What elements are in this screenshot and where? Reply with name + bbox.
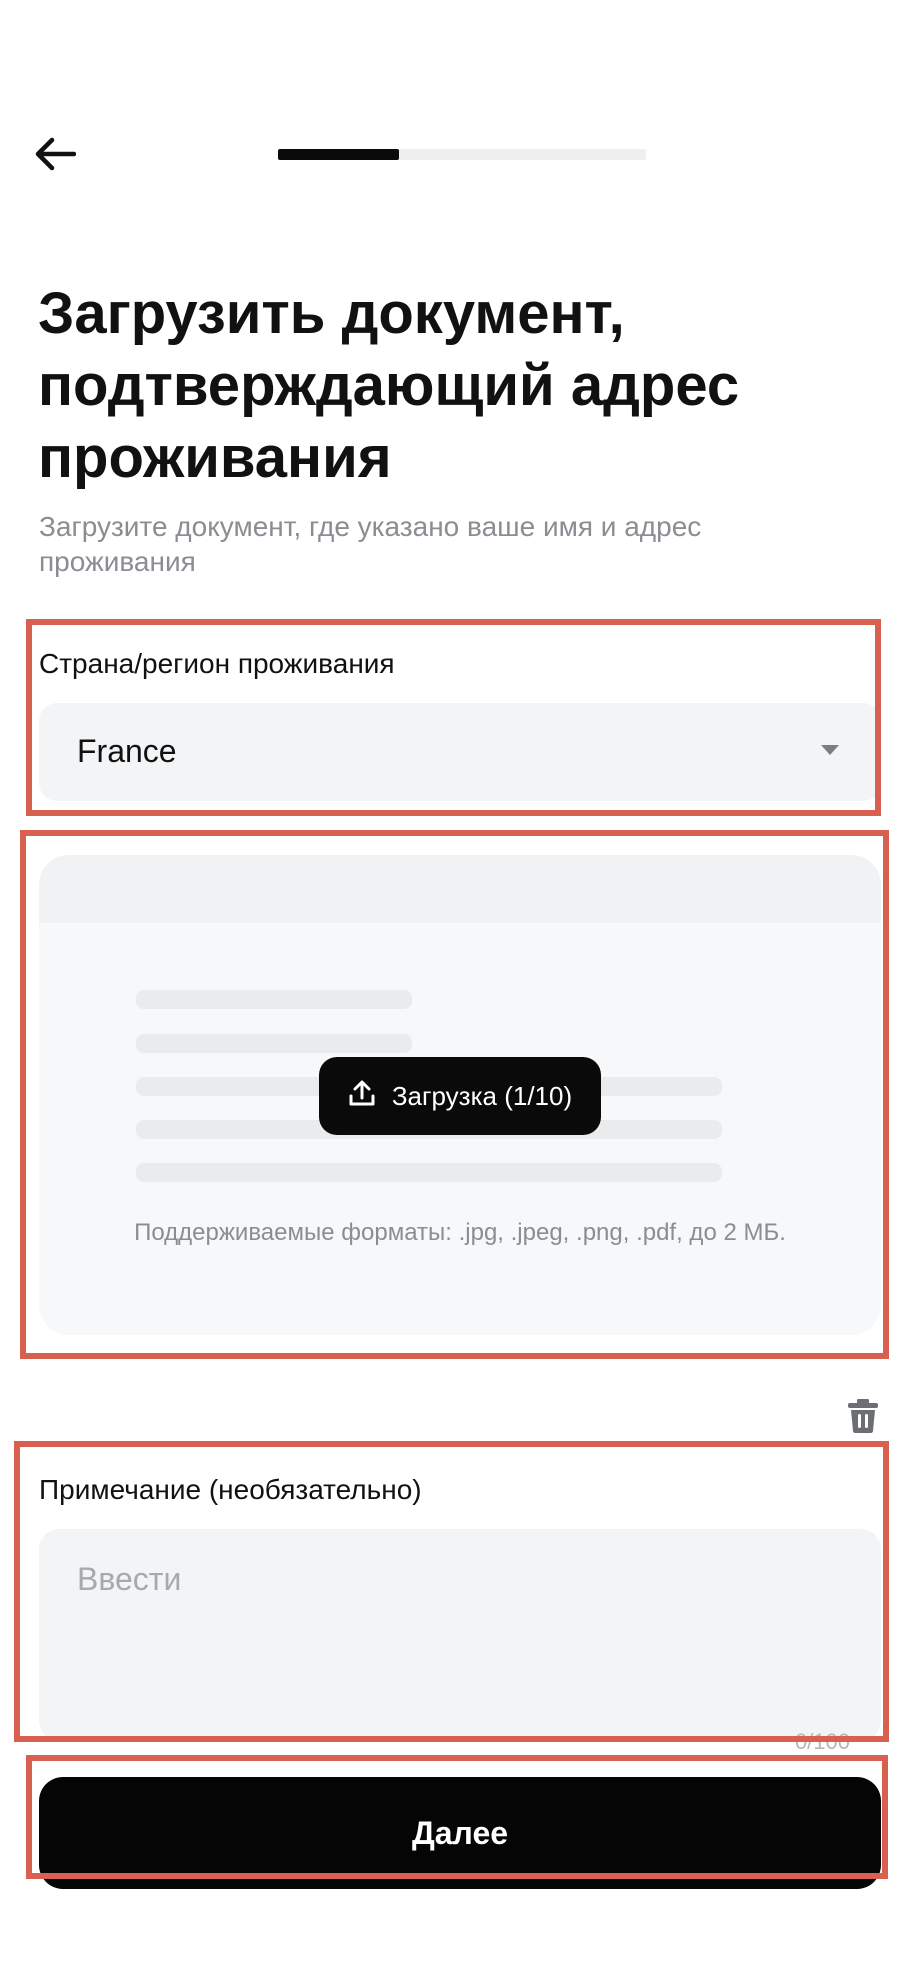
note-textarea[interactable] xyxy=(39,1529,881,1741)
note-char-counter: 0/100 xyxy=(794,1729,850,1754)
country-select-value: France xyxy=(77,733,177,769)
arrow-left-icon xyxy=(34,137,77,176)
supported-formats-text: Поддерживаемые форматы: .jpg, .jpeg, .pn… xyxy=(134,1219,786,1246)
upload-card-header xyxy=(39,855,881,923)
document-placeholder-line xyxy=(136,1034,412,1053)
country-label: Страна/регион проживания xyxy=(39,648,395,679)
country-select[interactable]: France xyxy=(39,703,881,801)
page-title: Загрузить документ, подтверждающий адрес… xyxy=(38,281,740,490)
upload-button-label: Загрузка (1/10) xyxy=(391,1080,573,1111)
page-subtitle: Загрузите документ, где указано ваше имя… xyxy=(39,511,702,577)
next-button[interactable]: Далее xyxy=(39,1777,881,1889)
step-progress-bar xyxy=(278,149,646,160)
note-label: Примечание (необязательно) xyxy=(39,1474,422,1505)
delete-document-button[interactable] xyxy=(846,1398,880,1434)
caret-down-icon xyxy=(821,745,839,755)
document-placeholder-line xyxy=(136,1163,722,1182)
step-progress-fill xyxy=(278,149,400,160)
document-placeholder-line xyxy=(136,990,412,1009)
trash-icon xyxy=(846,1399,880,1438)
back-button[interactable] xyxy=(34,134,92,178)
upload-icon xyxy=(348,1079,392,1114)
upload-button[interactable]: Загрузка (1/10) xyxy=(319,1057,601,1135)
